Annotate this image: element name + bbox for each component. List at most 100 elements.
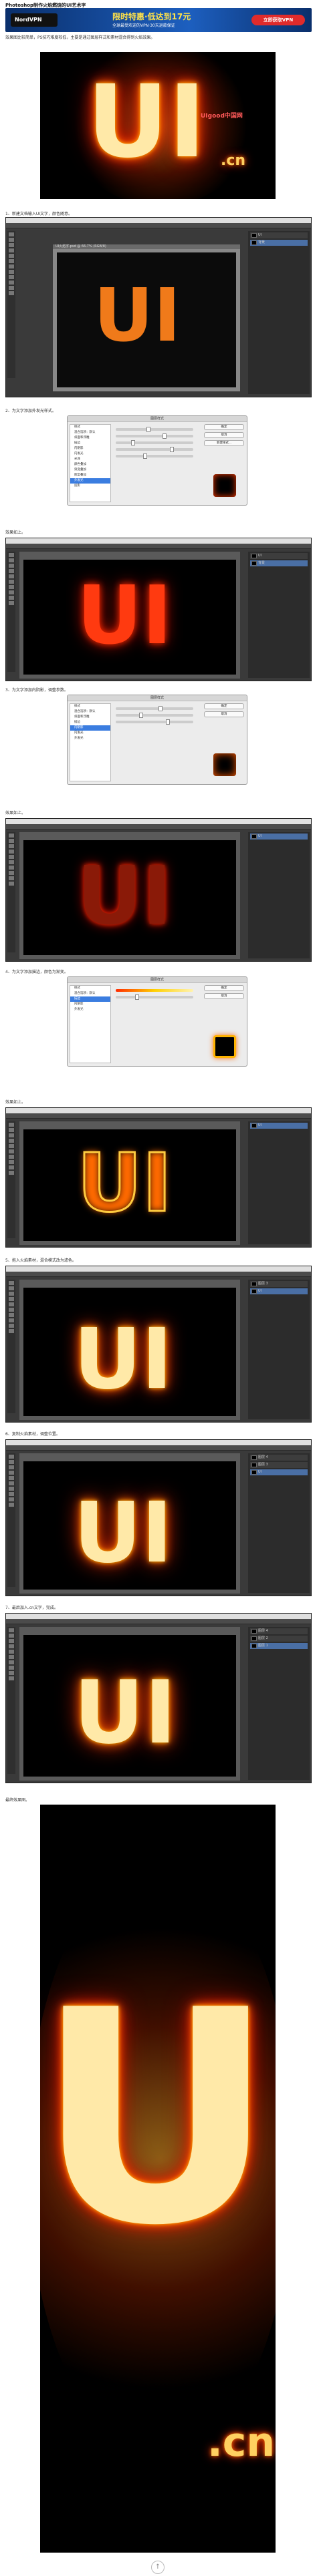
document-window: UI — [19, 1280, 240, 1420]
style-preview — [213, 474, 236, 497]
toolbox[interactable] — [7, 1121, 15, 1238]
slider[interactable] — [116, 706, 193, 711]
canvas-ui-text: UI — [77, 850, 173, 943]
layer-row[interactable]: UI — [250, 1288, 308, 1294]
step-caption: 效果如上。 — [5, 811, 26, 815]
watermark: UIgood中国网 — [201, 113, 243, 120]
style-item[interactable]: 图案叠加 — [70, 473, 110, 478]
ok-button[interactable]: 确定 — [204, 424, 244, 430]
toolbox[interactable] — [7, 231, 15, 378]
style-item[interactable]: 内发光 — [70, 731, 110, 736]
style-item[interactable]: 样式 — [70, 425, 110, 430]
style-settings — [114, 985, 195, 1063]
slider[interactable] — [116, 994, 193, 1000]
style-item[interactable]: 斜面和浮雕 — [70, 715, 110, 720]
canvas[interactable]: UI — [23, 1129, 236, 1241]
photoshop-window: Photoshop CC 文件 编辑 图像 图层 UI火焰字.psd @ 66.… — [5, 217, 312, 397]
ad-cta-button[interactable]: 立即获取VPN — [251, 15, 305, 25]
style-item[interactable]: 投影 — [70, 484, 110, 489]
scroll-top-button[interactable]: ↑ — [151, 2561, 165, 2574]
layer-row[interactable]: 图层 3 — [250, 1281, 308, 1287]
style-item[interactable]: 内阴影 — [70, 725, 110, 731]
slider[interactable] — [116, 427, 193, 432]
layer-row[interactable]: 图层 4 — [250, 1628, 308, 1634]
style-item[interactable]: 内发光 — [70, 451, 110, 457]
options-bar — [6, 824, 311, 830]
layer-row[interactable]: 图层 2 — [250, 1636, 308, 1642]
style-item[interactable]: 描边 — [70, 441, 110, 446]
style-item[interactable]: 光泽 — [70, 457, 110, 462]
style-item[interactable]: 样式 — [70, 986, 110, 991]
style-item[interactable]: 混合选项：默认 — [70, 709, 110, 715]
dialog-buttons: 确定 取消 新建样式... — [204, 424, 244, 448]
layer-row[interactable]: UI — [250, 1469, 308, 1475]
style-item[interactable]: 外发光 — [70, 478, 110, 484]
gradient-bar[interactable] — [116, 989, 193, 992]
document-tab[interactable]: UI火焰字.psd @ 66.7% (RGB/8) — [53, 244, 240, 249]
slider[interactable] — [116, 447, 193, 452]
menu-bar: Photoshop CC — [6, 1266, 311, 1278]
canvas[interactable]: UI — [23, 840, 236, 955]
canvas[interactable]: UI — [57, 252, 236, 387]
new-style-button[interactable]: 新建样式... — [204, 440, 244, 446]
style-item[interactable]: 混合选项：默认 — [70, 991, 110, 996]
canvas-ui-text: UI — [74, 1311, 173, 1408]
canvas[interactable]: UI — [23, 560, 236, 675]
style-item[interactable]: 颜色叠加 — [70, 462, 110, 468]
step-caption: 6、复制火焰素材，调整位置。 — [5, 1432, 60, 1437]
toolbox[interactable] — [7, 832, 15, 952]
layer-row[interactable]: 图层 1 — [250, 1643, 308, 1649]
canvas[interactable]: UI — [23, 1288, 236, 1416]
cancel-button[interactable]: 取消 — [204, 711, 244, 717]
slider[interactable] — [116, 453, 193, 459]
style-list: 样式 混合选项：默认 描边 内阴影 外发光 — [70, 985, 111, 1063]
canvas-ui-text: UI — [74, 1662, 177, 1763]
style-item[interactable]: 外发光 — [70, 736, 110, 741]
style-item[interactable]: 描边 — [70, 720, 110, 725]
style-item[interactable]: 混合选项：默认 — [70, 430, 110, 435]
slider[interactable] — [116, 433, 193, 439]
style-item[interactable]: 渐变叠加 — [70, 468, 110, 473]
style-item[interactable]: 内阴影 — [70, 1002, 110, 1007]
cancel-button[interactable]: 取消 — [204, 993, 244, 999]
slider[interactable] — [116, 440, 193, 445]
toolbox[interactable] — [7, 552, 15, 672]
style-settings — [114, 424, 195, 502]
style-item[interactable]: 斜面和浮雕 — [70, 435, 110, 441]
layers-panel: 图层 4 图层 3 UI — [248, 1453, 310, 1593]
style-item[interactable]: 样式 — [70, 704, 110, 709]
toolbox[interactable] — [7, 1453, 15, 1587]
menu-bar: Photoshop CC — [6, 1614, 311, 1625]
slider[interactable] — [116, 719, 193, 725]
slider[interactable] — [116, 713, 193, 718]
canvas-ui-text: UI — [77, 570, 173, 663]
layer-row[interactable]: UI — [250, 232, 308, 238]
canvas-ui-text: UI — [74, 1485, 173, 1582]
cancel-button[interactable]: 取消 — [204, 432, 244, 438]
dialog-title: 图层样式 — [68, 695, 247, 701]
style-item[interactable]: 内阴影 — [70, 446, 110, 451]
options-bar — [6, 544, 311, 549]
layers-panel: UI — [248, 832, 310, 958]
layer-row[interactable]: UI — [250, 1123, 308, 1129]
style-item[interactable]: 外发光 — [70, 1007, 110, 1013]
step-caption: 效果如上。 — [5, 530, 26, 535]
ok-button[interactable]: 确定 — [204, 985, 244, 991]
layer-row[interactable]: 图层 3 — [250, 1462, 308, 1468]
toolbox[interactable] — [7, 1280, 15, 1413]
canvas[interactable]: UI — [23, 1461, 236, 1590]
layer-row[interactable]: UI — [250, 553, 308, 559]
ad-subline: 全球最受欢迎的VPN·30天退款保证 — [112, 23, 175, 28]
canvas[interactable]: UI — [23, 1635, 236, 1777]
ad-logo: NordVPN — [11, 13, 58, 27]
layer-row[interactable]: 图层 4 — [250, 1455, 308, 1461]
layer-row[interactable]: 背景 — [250, 560, 308, 566]
ok-button[interactable]: 确定 — [204, 703, 244, 709]
style-item[interactable]: 描边 — [70, 996, 110, 1002]
layer-row[interactable]: UI — [250, 834, 308, 840]
toolbox[interactable] — [7, 1627, 15, 1774]
style-list: 样式 混合选项：默认 斜面和浮雕 描边 内阴影 内发光 外发光 — [70, 703, 111, 781]
style-list: 样式 混合选项：默认 斜面和浮雕 描边 内阴影 内发光 光泽 颜色叠加 渐变叠加… — [70, 424, 111, 502]
layer-row[interactable]: 背景 — [250, 240, 308, 246]
ad-banner[interactable]: NordVPN 限时特惠·低达到17元 全球最受欢迎的VPN·30天退款保证 立… — [5, 8, 312, 32]
